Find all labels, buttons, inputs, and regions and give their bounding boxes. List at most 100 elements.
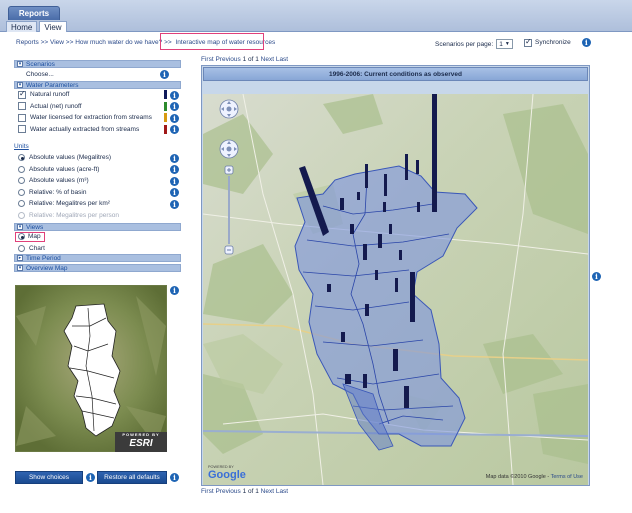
pager-previous[interactable]: Previous bbox=[215, 56, 240, 63]
unit-radio[interactable] bbox=[18, 165, 25, 173]
breadcrumb-separator: >> bbox=[40, 39, 49, 46]
unit-label: Relative: Megalitres per person bbox=[29, 211, 119, 219]
unit-radio[interactable] bbox=[18, 177, 25, 185]
unit-megalitres[interactable]: Absolute values (Megalitres) i bbox=[14, 152, 181, 164]
param-label: Actual (net) runoff bbox=[30, 102, 82, 110]
param-checkbox[interactable] bbox=[18, 125, 26, 134]
unit-radio[interactable] bbox=[18, 188, 25, 196]
info-icon[interactable]: i bbox=[170, 125, 179, 134]
breadcrumb-water-question[interactable]: How much water do we have? bbox=[75, 39, 162, 46]
section-header-scenarios[interactable]: ▾ Scenarios bbox=[14, 60, 181, 68]
legend-swatch bbox=[164, 101, 167, 111]
collapse-icon: ▾ bbox=[17, 61, 23, 67]
view-chart[interactable]: Chart bbox=[14, 243, 181, 255]
view-label: Map bbox=[28, 233, 41, 241]
info-icon[interactable]: i bbox=[170, 102, 179, 111]
unit-megalitres-per-person: Relative: Megalitres per person bbox=[14, 210, 181, 222]
terms-of-use-link[interactable]: Terms of Use bbox=[551, 474, 583, 480]
unit-label: Relative: Megalitres per km² bbox=[29, 200, 110, 208]
section-title: Time Period bbox=[26, 254, 61, 262]
pager-next[interactable]: Next bbox=[261, 56, 274, 63]
scenarios-choose-row: Choose... i bbox=[14, 68, 181, 81]
synchronize-checkbox[interactable] bbox=[524, 37, 532, 47]
section-header-views[interactable]: ▾ Views bbox=[14, 223, 181, 231]
param-label: Water licensed for extraction from strea… bbox=[30, 114, 152, 122]
pager-first[interactable]: First bbox=[201, 56, 214, 63]
top-navigation-bar: Reports Home View bbox=[0, 0, 632, 32]
section-header-time-period[interactable]: ▸ Time Period bbox=[14, 254, 181, 262]
section-title: Overview Map bbox=[26, 264, 68, 272]
unit-label: Absolute values (acre-ft) bbox=[29, 165, 100, 173]
scenarios-choose-link[interactable]: Choose... bbox=[26, 71, 54, 78]
info-icon[interactable]: i bbox=[170, 176, 179, 186]
map-panel: 1996-2006: Current conditions as observe… bbox=[201, 65, 590, 486]
pager-first[interactable]: First bbox=[201, 488, 214, 495]
unit-megalitres-per-km2[interactable]: Relative: Megalitres per km² i bbox=[14, 198, 181, 210]
breadcrumb-reports[interactable]: Reports bbox=[16, 39, 39, 46]
synchronize-label: Synchronize bbox=[535, 39, 571, 46]
param-water-extracted[interactable]: Water actually extracted from streams i bbox=[14, 124, 181, 136]
esri-logo-text: ESRI bbox=[129, 438, 153, 449]
param-actual-runoff[interactable]: Actual (net) runoff i bbox=[14, 101, 181, 113]
section-title: Water Parameters bbox=[26, 81, 79, 89]
scenarios-per-page-select[interactable]: 1 ▼ bbox=[496, 39, 513, 49]
section-header-water-parameters[interactable]: ▾ Water Parameters bbox=[14, 81, 181, 89]
restore-defaults-button[interactable]: Restore all defaults bbox=[97, 471, 167, 484]
unit-radio bbox=[18, 211, 25, 219]
view-map[interactable]: Map bbox=[14, 231, 181, 243]
pager-next[interactable]: Next bbox=[261, 488, 274, 495]
info-icon[interactable]: i bbox=[170, 165, 179, 174]
google-logo: Google bbox=[208, 469, 246, 481]
param-natural-runoff[interactable]: Natural runoff i bbox=[14, 89, 181, 101]
info-icon[interactable]: i bbox=[592, 272, 601, 281]
map-title: 1996-2006: Current conditions as observe… bbox=[203, 67, 588, 81]
view-radio[interactable] bbox=[18, 233, 25, 241]
param-water-licensed[interactable]: Water licensed for extraction from strea… bbox=[14, 112, 181, 124]
info-icon[interactable]: i bbox=[170, 473, 179, 482]
units-title: Units bbox=[14, 143, 29, 150]
overview-map[interactable] bbox=[15, 285, 167, 452]
info-icon[interactable]: i bbox=[170, 113, 179, 123]
pager-previous[interactable]: Previous bbox=[215, 488, 240, 495]
scenarios-per-page: Scenarios per page: 1 ▼ bbox=[435, 39, 513, 49]
show-choices-button[interactable]: Show choices bbox=[15, 471, 83, 484]
unit-label: Absolute values (m³) bbox=[29, 177, 89, 185]
breadcrumb-view[interactable]: View bbox=[50, 39, 64, 46]
unit-cubic-metres[interactable]: Absolute values (m³) i bbox=[14, 175, 181, 187]
info-icon[interactable]: i bbox=[170, 153, 179, 163]
info-icon[interactable]: i bbox=[170, 286, 179, 295]
tab-home[interactable]: Home bbox=[6, 21, 38, 32]
interactive-map[interactable] bbox=[203, 94, 588, 485]
info-icon[interactable]: i bbox=[170, 188, 179, 197]
info-icon[interactable]: i bbox=[170, 199, 179, 209]
collapse-icon: ▾ bbox=[17, 265, 23, 271]
unit-radio[interactable] bbox=[18, 154, 25, 162]
unit-acre-ft[interactable]: Absolute values (acre-ft) i bbox=[14, 164, 181, 176]
pager-last[interactable]: Last bbox=[276, 56, 288, 63]
pager-bottom: First Previous 1 of 1 Next Last bbox=[201, 488, 288, 495]
unit-radio[interactable] bbox=[18, 200, 25, 208]
param-checkbox[interactable] bbox=[18, 89, 26, 99]
tab-view[interactable]: View bbox=[39, 21, 67, 32]
info-icon[interactable]: i bbox=[581, 38, 591, 47]
left-panel: ▾ Scenarios Choose... i ▾ Water Paramete… bbox=[14, 60, 181, 272]
param-checkbox[interactable] bbox=[18, 113, 26, 122]
breadcrumb-separator: >> bbox=[65, 39, 74, 46]
section-header-overview-map[interactable]: ▾ Overview Map bbox=[14, 264, 181, 272]
pager-last[interactable]: Last bbox=[276, 488, 288, 495]
overview-terrain bbox=[16, 286, 166, 451]
info-icon[interactable]: i bbox=[86, 473, 95, 482]
unit-percent-basin[interactable]: Relative: % of basin i bbox=[14, 187, 181, 199]
param-checkbox[interactable] bbox=[18, 102, 26, 111]
breadcrumb-current-highlight bbox=[160, 33, 264, 50]
param-label: Water actually extracted from streams bbox=[30, 125, 140, 133]
pager-page-of: 1 of 1 bbox=[242, 56, 259, 63]
view-radio[interactable] bbox=[18, 244, 25, 252]
info-icon[interactable]: i bbox=[170, 90, 179, 100]
reports-app-tab[interactable]: Reports bbox=[8, 6, 60, 20]
unit-label: Relative: % of basin bbox=[29, 188, 87, 196]
info-icon[interactable]: i bbox=[160, 70, 169, 79]
pager-page-of: 1 of 1 bbox=[242, 488, 259, 495]
map-credit-text: Map data ©2010 Google - bbox=[485, 474, 550, 480]
collapse-icon: ▾ bbox=[17, 224, 23, 230]
